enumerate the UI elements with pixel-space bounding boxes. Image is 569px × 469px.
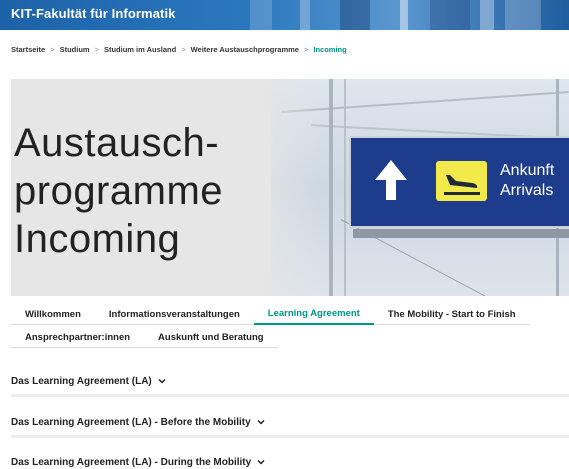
breadcrumb-separator: > [50,45,55,54]
chevron-down-icon [257,458,265,466]
accordion-label: Das Learning Agreement (LA) - During the… [11,456,252,468]
page-title: Austausch- programme Incoming [14,121,224,261]
breadcrumb-separator: > [303,45,309,54]
plane-landing-icon [436,161,487,201]
hero-banner: Ankunft Arrivals Austausch- programme In… [11,79,569,296]
header-decoration [480,0,494,30]
chevron-down-icon [257,418,265,426]
sign-text-de: Ankunft [500,162,555,179]
breadcrumb-item-weitere-austauschprogramme[interactable]: Weitere Austauschprogramme [191,45,299,54]
section-tabs: Willkommen Informationsveranstaltungen L… [11,305,541,348]
tab-auskunft-und-beratung[interactable]: Auskunft und Beratung [144,327,278,348]
header-decoration [340,0,370,30]
tab-row: Ansprechpartner:innen Auskunft und Berat… [11,328,541,348]
breadcrumb-item-startseite[interactable]: Startseite [11,45,45,54]
sign-text-en: Arrivals [500,182,554,199]
accordion-learning-agreement[interactable]: Das Learning Agreement (LA) [11,371,569,397]
hero-image-fade [241,79,321,296]
breadcrumb-item-studium-im-ausland[interactable]: Studium im Ausland [104,45,176,54]
tab-informationsveranstaltungen[interactable]: Informationsveranstaltungen [94,304,254,325]
accordion-label: Das Learning Agreement (LA) [11,375,152,387]
tab-the-mobility[interactable]: The Mobility - Start to Finish [373,304,530,325]
tab-row: Willkommen Informationsveranstaltungen L… [11,305,541,325]
accordion-during-mobility[interactable]: Das Learning Agreement (LA) - During the… [11,452,569,469]
arrivals-sign-base [353,229,569,238]
sign-text: Ankunft Arrivals [500,161,554,201]
header-decoration [250,0,272,30]
tab-learning-agreement[interactable]: Learning Agreement [253,303,374,325]
site-brand-link[interactable]: KIT-Fakultät für Informatik [11,6,176,21]
breadcrumb-current: Incoming [313,45,347,54]
tab-ansprechpartner[interactable]: Ansprechpartner:innen [11,327,145,348]
breadcrumb-separator: > [94,45,99,54]
arrow-up-icon [371,158,411,202]
divider [11,435,569,438]
accordion-before-mobility[interactable]: Das Learning Agreement (LA) - Before the… [11,412,569,438]
arrivals-sign: Ankunft Arrivals [349,136,569,228]
breadcrumb-separator: > [181,45,186,54]
divider [11,394,569,397]
header-decoration [400,0,408,30]
header-decoration [300,0,310,30]
accordion-label: Das Learning Agreement (LA) - Before the… [11,416,251,428]
hero-image-mast [329,79,333,296]
header-decoration [505,0,541,30]
tab-willkommen[interactable]: Willkommen [11,304,95,325]
hero-image-mast [344,79,346,296]
chevron-down-icon [158,377,166,385]
site-header: KIT-Fakultät für Informatik [0,0,569,30]
header-decoration [430,0,470,30]
breadcrumb: Startseite > Studium > Studium im Auslan… [11,45,347,54]
breadcrumb-item-studium[interactable]: Studium [60,45,90,54]
